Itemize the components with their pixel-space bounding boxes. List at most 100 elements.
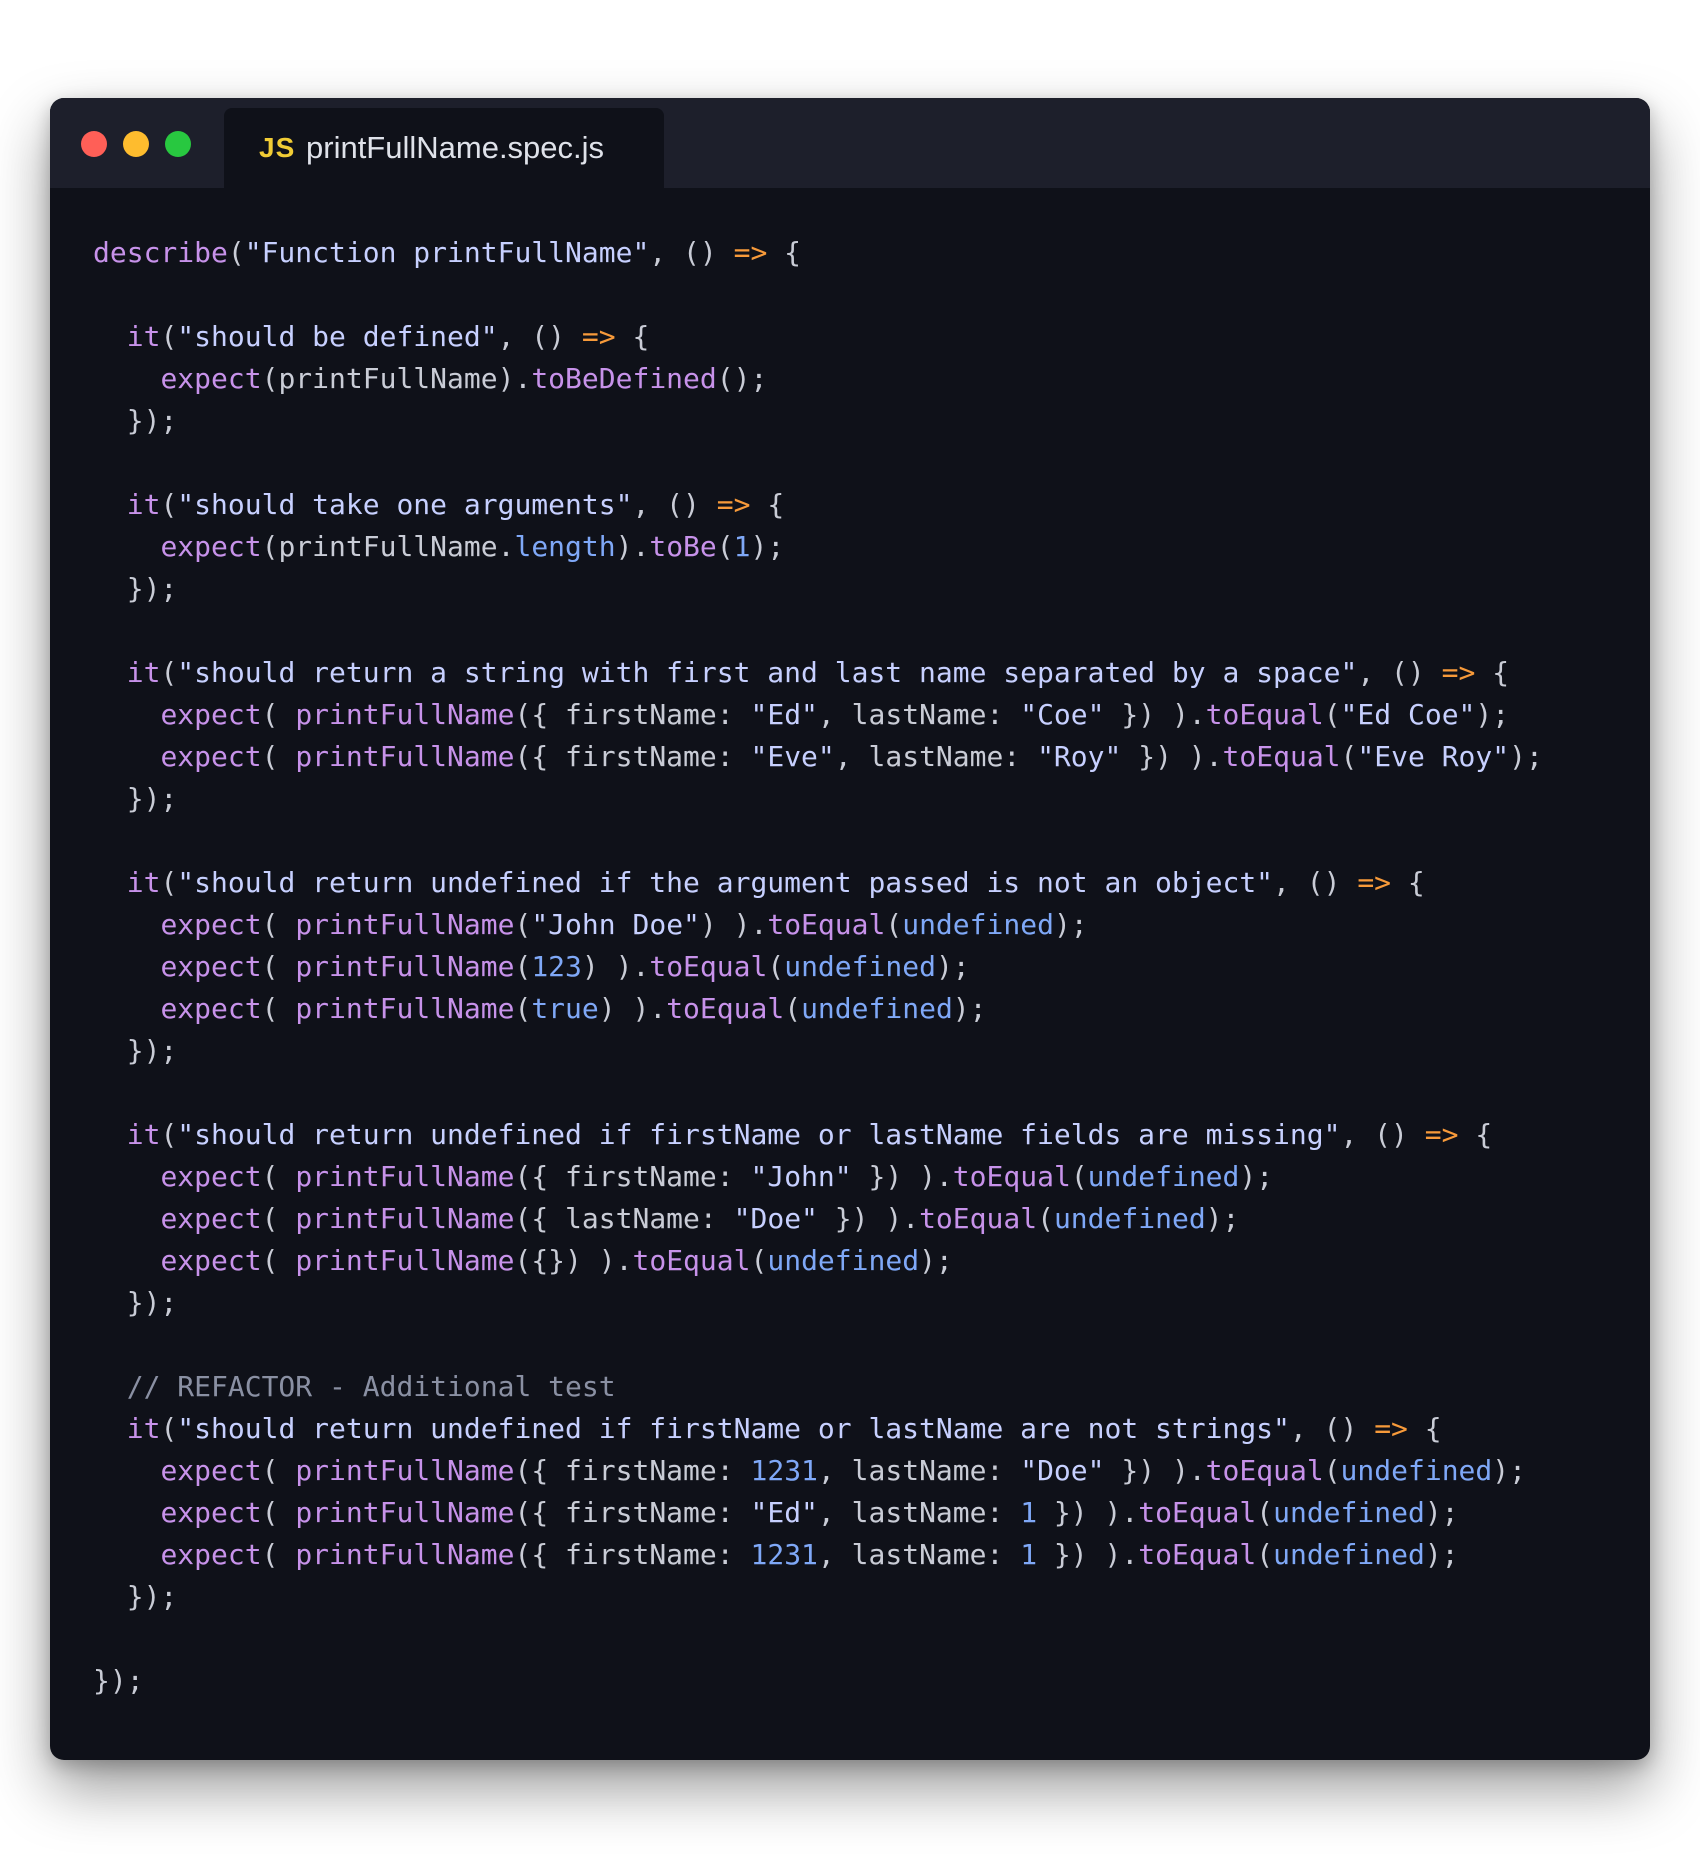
minimize-window-button[interactable] — [123, 131, 149, 157]
code-token: ( — [784, 992, 802, 1025]
code-token: "should return undefined if the argument… — [177, 866, 1274, 899]
code-line: }); — [93, 778, 1543, 820]
code-line: expect(printFullName).toBeDefined(); — [93, 358, 1543, 400]
code-line: expect( printFullName({ firstName: "Eve"… — [93, 736, 1542, 778]
code-token: expect — [160, 1244, 262, 1277]
code-token: (printFullName. — [261, 530, 515, 563]
code-token: ( — [261, 992, 296, 1025]
code-token: "Coe" — [1020, 698, 1105, 731]
code-token: toEqual — [1222, 740, 1341, 773]
code-token: expect — [160, 698, 262, 731]
code-token: }); — [93, 782, 178, 815]
code-token: ( — [716, 530, 734, 563]
code-token: { — [615, 320, 650, 353]
code-line: expect( printFullName({ firstName: "Ed",… — [93, 694, 1543, 736]
code-token: printFullName — [295, 1496, 515, 1529]
code-token: expect — [160, 362, 262, 395]
code-token: , () — [649, 236, 734, 269]
code-token: undefined — [801, 992, 953, 1025]
code-token: }) ). — [1037, 1538, 1139, 1571]
code-token: printFullName — [295, 908, 515, 941]
code-token: ( — [261, 1160, 296, 1193]
code-token: it — [126, 656, 161, 689]
code-token: undefined — [767, 1244, 920, 1277]
code-token: expect — [160, 1538, 262, 1571]
code-token: printFullName — [295, 1244, 515, 1277]
code-token: ( — [261, 1538, 296, 1571]
code-token: }) ). — [1104, 698, 1206, 731]
code-token: => — [1357, 866, 1392, 899]
code-token: , lastName: — [834, 740, 1038, 773]
code-token: => — [581, 320, 616, 353]
code-token: ( — [514, 992, 532, 1025]
code-token: => — [733, 236, 768, 269]
file-tab[interactable]: JS printFullName.spec.js — [224, 108, 664, 188]
code-token: ); — [1475, 698, 1510, 731]
code-token: toEqual — [1205, 1454, 1324, 1487]
code-line: expect( printFullName({ firstName: "John… — [93, 1156, 1543, 1198]
code-token: { — [1458, 1118, 1493, 1151]
code-token: "Doe" — [1020, 1454, 1105, 1487]
code-token: 1 — [1020, 1496, 1038, 1529]
code-token: toEqual — [632, 1244, 751, 1277]
code-token: ); — [1424, 1538, 1459, 1571]
code-token: printFullName — [295, 992, 515, 1025]
code-token: it — [126, 320, 161, 353]
code-line: expect(printFullName.length).toBe(1); — [93, 526, 1543, 568]
code-token: ( — [261, 908, 296, 941]
code-line: describe("Function printFullName", () =>… — [93, 232, 1543, 274]
code-token: undefined — [784, 950, 936, 983]
code-token: }) ). — [851, 1160, 953, 1193]
code-token: { — [1407, 1412, 1442, 1445]
code-token: it — [126, 1118, 161, 1151]
code-token: "Roy" — [1037, 740, 1122, 773]
code-token: ( — [1340, 740, 1358, 773]
code-token: "should take one arguments" — [177, 488, 633, 521]
code-token: ( — [261, 1244, 296, 1277]
code-line: it("should return undefined if firstName… — [93, 1408, 1543, 1450]
code-token: expect — [160, 740, 262, 773]
code-line: }); — [93, 568, 1543, 610]
code-line: expect( printFullName(true) ).toEqual(un… — [93, 988, 1543, 1030]
close-window-button[interactable] — [81, 131, 107, 157]
code-token: ) ). — [598, 992, 667, 1025]
maximize-window-button[interactable] — [165, 131, 191, 157]
code-token: (); — [716, 362, 768, 395]
code-token: expect — [160, 530, 262, 563]
code-token: "should return undefined if firstName or… — [177, 1118, 1341, 1151]
code-token: printFullName — [295, 1454, 515, 1487]
code-token: ( — [227, 236, 245, 269]
code-token: expect — [160, 950, 262, 983]
code-token: ); — [1205, 1202, 1240, 1235]
code-line: it("should take one arguments", () => { — [93, 484, 1543, 526]
code-token: ({ firstName: — [514, 1496, 751, 1529]
code-token: ( — [160, 1412, 178, 1445]
code-token: toEqual — [1138, 1496, 1257, 1529]
code-token: , lastName: — [817, 1538, 1021, 1571]
code-editor[interactable]: describe("Function printFullName", () =>… — [93, 232, 1543, 1702]
code-token: => — [1424, 1118, 1459, 1151]
code-line: expect( printFullName({ firstName: 1231,… — [93, 1450, 1543, 1492]
code-token: , () — [1357, 656, 1442, 689]
code-token: "Ed" — [750, 698, 818, 731]
code-token: "Eve" — [750, 740, 835, 773]
code-token: ( — [261, 740, 296, 773]
code-token: { — [1475, 656, 1510, 689]
code-line: it("should return undefined if firstName… — [93, 1114, 1543, 1156]
code-token: 1231 — [750, 1454, 818, 1487]
code-token: expect — [160, 1160, 262, 1193]
code-token: toBe — [649, 530, 717, 563]
